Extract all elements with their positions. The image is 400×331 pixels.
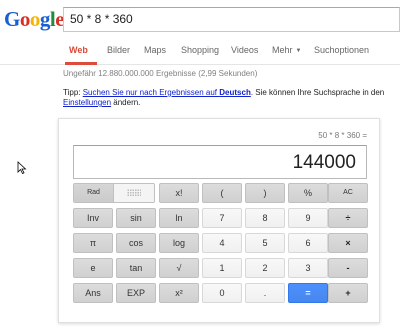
logo-letter: g <box>39 7 51 31</box>
language-link[interactable]: Suchen Sie nur nach Ergebnissen auf Deut… <box>83 88 251 97</box>
tab-web[interactable]: Web <box>69 45 88 55</box>
digit-2-button[interactable]: 2 <box>245 258 285 278</box>
multiply-button[interactable]: × <box>328 233 368 253</box>
equals-button[interactable]: = <box>288 283 328 303</box>
divide-button[interactable]: ÷ <box>328 208 368 228</box>
sin-button[interactable]: sin <box>116 208 156 228</box>
tab-mehr[interactable]: Mehr ▼ <box>272 45 301 55</box>
language-tip: Tipp: Suchen Sie nur nach Ergebnissen au… <box>63 88 393 108</box>
search-input[interactable]: 50 * 8 * 360 <box>63 7 400 32</box>
rad-button[interactable]: Rad <box>74 184 114 202</box>
factorial-button[interactable]: x! <box>159 183 199 203</box>
tab-mehr-label: Mehr <box>272 45 293 55</box>
results-stats: Ungefähr 12.880.000.000 Ergebnisse (2,99… <box>63 69 258 78</box>
dots-icon <box>127 189 141 197</box>
close-paren-button[interactable]: ) <box>245 183 285 203</box>
tab-maps[interactable]: Maps <box>144 45 166 55</box>
subtract-button[interactable]: - <box>328 258 368 278</box>
tab-shopping[interactable]: Shopping <box>181 45 219 55</box>
percent-button[interactable]: % <box>288 183 328 203</box>
rad-deg-toggle[interactable]: Rad <box>73 183 155 203</box>
digit-4-button[interactable]: 4 <box>202 233 242 253</box>
logo-letter: o <box>29 7 41 31</box>
calculator: 50 * 8 * 360 = 144000 Rad x! ( ) % AC In… <box>58 118 380 323</box>
e-button[interactable]: e <box>73 258 113 278</box>
pi-button[interactable]: π <box>73 233 113 253</box>
google-logo[interactable]: Google <box>4 7 65 31</box>
tip-prefix: Tipp: <box>63 88 83 97</box>
log-button[interactable]: log <box>159 233 199 253</box>
digit-8-button[interactable]: 8 <box>245 208 285 228</box>
sqrt-button[interactable]: √ <box>159 258 199 278</box>
add-button[interactable]: + <box>328 283 368 303</box>
decimal-button[interactable]: . <box>245 283 285 303</box>
ln-button[interactable]: ln <box>159 208 199 228</box>
digit-3-button[interactable]: 3 <box>288 258 328 278</box>
cos-button[interactable]: cos <box>116 233 156 253</box>
tab-videos[interactable]: Videos <box>231 45 258 55</box>
open-paren-button[interactable]: ( <box>202 183 242 203</box>
caret-down-icon: ▼ <box>295 48 302 54</box>
digit-1-button[interactable]: 1 <box>202 258 242 278</box>
exp-button[interactable]: EXP <box>116 283 156 303</box>
tab-suchoptionen[interactable]: Suchoptionen <box>314 45 369 55</box>
language-link-bold: Deutsch <box>219 88 251 97</box>
logo-letter: G <box>4 7 20 31</box>
tab-bilder[interactable]: Bilder <box>107 45 130 55</box>
tip-middle: . Sie können Ihre Suchsprache in den <box>250 88 385 97</box>
search-nav: Web Bilder Maps Shopping Videos Mehr ▼ Su… <box>0 37 400 65</box>
digit-6-button[interactable]: 6 <box>288 233 328 253</box>
settings-link[interactable]: Einstellungen <box>63 98 111 107</box>
tip-suffix: ändern. <box>111 98 141 107</box>
logo-letter: o <box>19 7 31 31</box>
calc-display: 144000 <box>73 145 367 179</box>
inv-button[interactable]: Inv <box>73 208 113 228</box>
mouse-cursor-icon <box>17 161 27 174</box>
ans-button[interactable]: Ans <box>73 283 113 303</box>
digit-0-button[interactable]: 0 <box>202 283 242 303</box>
clear-button[interactable]: AC <box>328 183 368 203</box>
deg-button[interactable] <box>114 184 154 202</box>
language-link-text: Suchen Sie nur nach Ergebnissen auf <box>82 88 220 97</box>
digit-5-button[interactable]: 5 <box>245 233 285 253</box>
calc-expression: 50 * 8 * 360 = <box>318 131 367 140</box>
digit-9-button[interactable]: 9 <box>288 208 328 228</box>
digit-7-button[interactable]: 7 <box>202 208 242 228</box>
square-button[interactable]: x² <box>159 283 199 303</box>
tan-button[interactable]: tan <box>116 258 156 278</box>
active-tab-indicator <box>65 62 97 65</box>
